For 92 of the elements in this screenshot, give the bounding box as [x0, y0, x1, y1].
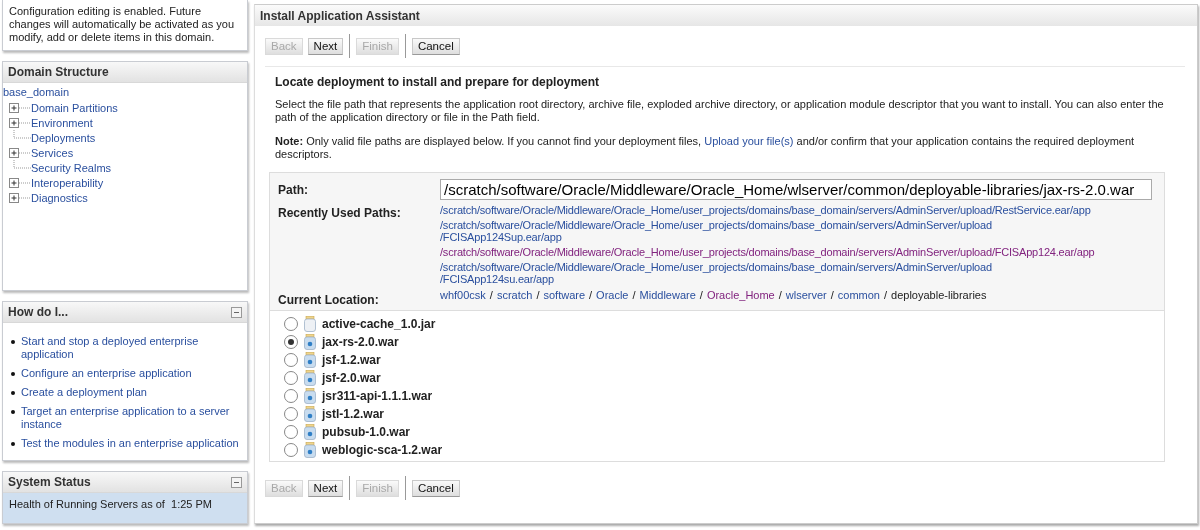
- file-name: jax-rs-2.0.war: [322, 335, 399, 349]
- bullet-icon: [11, 372, 15, 376]
- radio-button[interactable]: [284, 335, 298, 349]
- tree-item[interactable]: Interoperability: [31, 176, 104, 189]
- collapse-icon[interactable]: [231, 306, 242, 318]
- description-text: Select the file path that represents the application root directory, archive file, exploded archive directory, or application module descriptor that you want to install. You can also enter the path of the application directory or file in the Path field.: [275, 98, 1165, 124]
- file-name: jsf-1.2.war: [322, 353, 381, 367]
- bullet-icon: [11, 410, 15, 414]
- file-name: jsr311-api-1.1.1.war: [322, 389, 433, 403]
- field-label: Current Location:: [278, 292, 380, 307]
- breadcrumb-separator: /: [884, 289, 888, 303]
- file-name: active-cache_1.0.jar: [322, 317, 436, 331]
- panel-title: System Status: [8, 475, 91, 489]
- archive-icon: [304, 388, 316, 404]
- wizard-button[interactable]: Cancel: [411, 479, 460, 497]
- breadcrumb-separator: /: [830, 289, 834, 303]
- breadcrumb-link[interactable]: wlserver: [785, 289, 827, 307]
- radio-button[interactable]: [284, 425, 298, 439]
- radio-button[interactable]: [284, 317, 298, 331]
- radio-button[interactable]: [284, 389, 298, 403]
- help-link[interactable]: Test the modules in an enterprise application: [21, 437, 239, 450]
- breadcrumb-separator: /: [589, 289, 593, 303]
- bullet-icon: [11, 340, 15, 344]
- expand-icon[interactable]: [9, 175, 31, 190]
- field-label: Recently Used Paths:: [278, 205, 402, 222]
- tree-item[interactable]: Domain Partitions: [31, 101, 118, 114]
- expand-icon[interactable]: [9, 100, 31, 115]
- disabled-wizard-button: Back: [265, 479, 303, 497]
- note-text: Note: Only valid file paths are displayed below. If you cannot find your deployment files, Upload your file(s) and/or confirm that your application contains the required deployment descriptors.: [275, 135, 1136, 161]
- path-field[interactable]: /scratch/software/Oracle/Middleware/Oracle_Home/wlserver/common/deployable-libraries/jax-rs-2.0.war: [440, 179, 1152, 200]
- bullet-icon: [11, 391, 15, 395]
- collapse-icon[interactable]: [231, 476, 242, 488]
- wizard-button[interactable]: Cancel: [411, 37, 460, 55]
- upload-link[interactable]: Upload your file(s): [704, 135, 794, 147]
- field-label: Path:: [278, 182, 309, 199]
- wizard-button[interactable]: Next: [307, 479, 344, 497]
- expand-icon[interactable]: [9, 190, 31, 205]
- tree-item[interactable]: Deployments: [31, 131, 96, 144]
- archive-icon: [304, 352, 316, 368]
- breadcrumb-link[interactable]: software: [543, 289, 586, 307]
- help-link[interactable]: Start and stop a deployed enterprise application: [21, 335, 241, 361]
- file-name: jstl-1.2.war: [322, 407, 385, 421]
- breadcrumb-separator: /: [536, 289, 540, 303]
- wizard-button[interactable]: Next: [307, 37, 344, 55]
- status-text: Health of Running Servers as of 1:25 PM: [3, 493, 247, 523]
- tree-item[interactable]: Diagnostics: [31, 191, 88, 204]
- tree-item[interactable]: Environment: [31, 116, 93, 129]
- path-link[interactable]: /scratch/software/Oracle/Middleware/Oracle_Home/user_projects/domains/base_domain/servers/AdminServer/upload /FCISApp124Sup.ear/app: [440, 219, 1156, 243]
- tree-item[interactable]: Services: [31, 146, 74, 159]
- path-link[interactable]: /scratch/software/Oracle/Middleware/Oracle_Home/user_projects/domains/base_domain/servers/AdminServer/upload /FCISApp124su.ear/app: [440, 261, 1156, 285]
- breadcrumb-separator: /: [699, 289, 703, 303]
- breadcrumb-link[interactable]: common: [837, 289, 880, 307]
- breadcrumb-link[interactable]: scratch: [496, 289, 533, 307]
- panel-title: How do I...: [8, 305, 68, 319]
- radio-button[interactable]: [284, 371, 298, 385]
- archive-icon: [304, 442, 316, 458]
- archive-icon: [304, 334, 316, 350]
- section-heading: Locate deployment to install and prepare for deployment: [275, 75, 601, 89]
- bullet-icon: [11, 442, 15, 446]
- panel-title: Domain Structure: [8, 65, 109, 79]
- file-name: jsf-2.0.war: [322, 371, 381, 385]
- radio-button[interactable]: [284, 443, 298, 457]
- radio-button[interactable]: [284, 353, 298, 367]
- radio-button[interactable]: [284, 407, 298, 421]
- breadcrumb-separator: /: [778, 289, 782, 303]
- breadcrumb-current: deployable-libraries: [891, 289, 987, 303]
- help-link[interactable]: Configure an enterprise application: [21, 367, 192, 380]
- breadcrumb-link[interactable]: whf00csk: [440, 289, 486, 307]
- visited-path-link[interactable]: /scratch/software/Oracle/Middleware/Oracle_Home/user_projects/domains/base_domain/servers/AdminServer/upload/FCISApp124.ear/app: [440, 246, 1156, 258]
- breadcrumb-link[interactable]: Middleware: [639, 289, 696, 307]
- disabled-wizard-button: Finish: [356, 37, 399, 55]
- file-name: pubsub-1.0.war: [322, 425, 410, 439]
- tree-item[interactable]: Security Realms: [31, 161, 112, 174]
- expand-icon[interactable]: [9, 115, 31, 130]
- info-message: Configuration editing is enabled. Future changes will automatically be activated as you modify, add or delete items in this domain.: [9, 5, 235, 44]
- archive-icon: [304, 424, 316, 440]
- expand-icon[interactable]: [9, 145, 31, 160]
- breadcrumb-link[interactable]: Oracle_Home: [706, 289, 775, 307]
- breadcrumb-link[interactable]: Oracle: [596, 289, 629, 307]
- assistant-title: Install Application Assistant: [260, 8, 420, 23]
- breadcrumb-separator: /: [632, 289, 636, 303]
- archive-icon: [304, 406, 316, 422]
- tree-root-link[interactable]: base_domain: [3, 85, 70, 100]
- help-link[interactable]: Target an enterprise application to a server instance: [21, 405, 241, 431]
- jar-icon: [304, 316, 316, 332]
- disabled-wizard-button: Finish: [356, 479, 399, 497]
- breadcrumb-separator: /: [489, 289, 493, 303]
- file-name: weblogic-sca-1.2.war: [322, 443, 443, 457]
- path-link[interactable]: /scratch/software/Oracle/Middleware/Oracle_Home/user_projects/domains/base_domain/servers/AdminServer/upload/RestService.ear/app: [440, 204, 1156, 216]
- archive-icon: [304, 370, 316, 386]
- help-link[interactable]: Create a deployment plan: [21, 386, 147, 399]
- disabled-wizard-button: Back: [265, 37, 303, 55]
